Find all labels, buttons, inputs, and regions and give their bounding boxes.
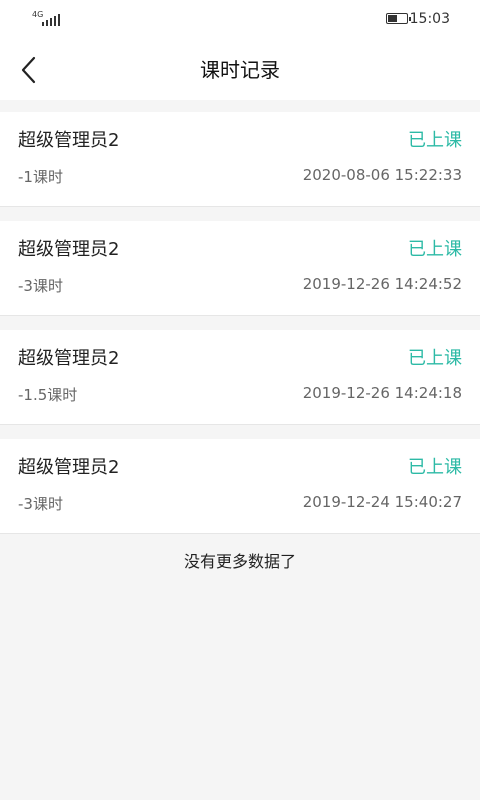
record-status: 已上课 [408, 348, 462, 369]
status-bar: 4G 15:03 [0, 0, 480, 40]
page-title: 课时记录 [200, 58, 280, 82]
record-timestamp: 2019-12-26 14:24:18 [302, 384, 462, 402]
signal-icon: 4G [32, 10, 72, 28]
record-timestamp: 2019-12-26 14:24:52 [302, 275, 462, 293]
record-name: 超级管理员2 [18, 130, 120, 151]
record-status: 已上课 [408, 239, 462, 260]
record-status: 已上课 [408, 130, 462, 151]
record-hours: -3课时 [18, 277, 63, 295]
record-name: 超级管理员2 [18, 239, 120, 260]
no-more-data-text: 没有更多数据了 [183, 552, 296, 571]
record-hours: -3课时 [18, 495, 63, 513]
status-time: 15:03 [409, 11, 450, 27]
battery-icon [386, 13, 411, 24]
record-timestamp: 2020-08-06 15:22:33 [302, 166, 462, 184]
record-list: 超级管理员2 已上课 -1课时 2020-08-06 15:22:33 超级管理… [0, 100, 480, 534]
record-status: 已上课 [408, 457, 462, 478]
record-card[interactable]: 超级管理员2 已上课 -1课时 2020-08-06 15:22:33 [0, 112, 480, 207]
record-hours: -1课时 [18, 168, 63, 186]
record-hours: -1.5课时 [18, 386, 78, 404]
record-card[interactable]: 超级管理员2 已上课 -1.5课时 2019-12-26 14:24:18 [0, 330, 480, 425]
record-name: 超级管理员2 [18, 348, 120, 369]
record-card[interactable]: 超级管理员2 已上课 -3课时 2019-12-24 15:40:27 [0, 439, 480, 534]
app-header: 课时记录 [0, 40, 480, 100]
record-name: 超级管理员2 [18, 457, 120, 478]
record-timestamp: 2019-12-24 15:40:27 [302, 493, 462, 511]
record-card[interactable]: 超级管理员2 已上课 -3课时 2019-12-26 14:24:52 [0, 221, 480, 316]
